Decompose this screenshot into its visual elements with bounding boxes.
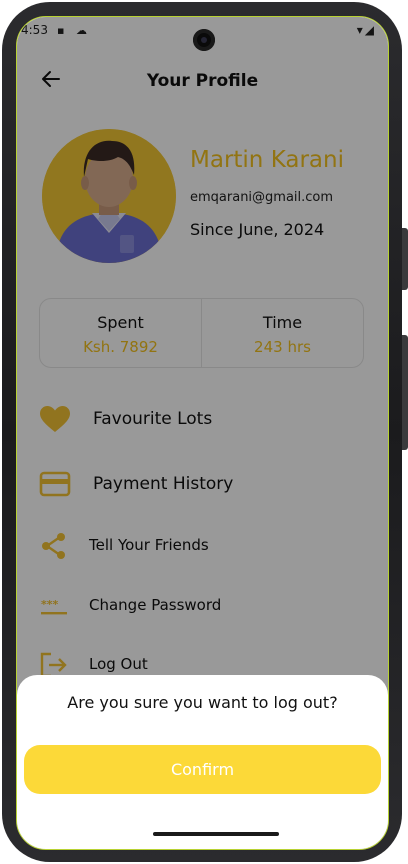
profile-page: 4:53 ▪ ☁ ▾◢ Your Profile Martin Karani e… [17,17,388,849]
volume-button [402,228,408,290]
phone-device: 4:53 ▪ ☁ ▾◢ Your Profile Martin Karani e… [0,0,408,864]
power-button [402,335,408,450]
logout-confirm-sheet: Are you sure you want to log out? Confir… [17,675,388,849]
logout-question: Are you sure you want to log out? [67,693,338,712]
home-indicator[interactable] [153,832,279,836]
confirm-button[interactable]: Confirm [24,745,381,794]
phone-screen: 4:53 ▪ ☁ ▾◢ Your Profile Martin Karani e… [16,16,389,850]
